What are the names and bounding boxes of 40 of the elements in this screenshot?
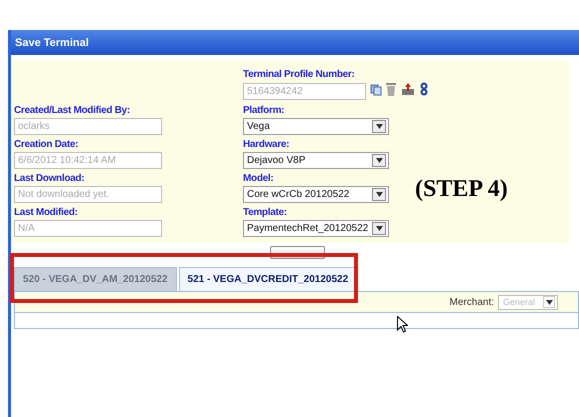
- copy-icon[interactable]: [370, 84, 382, 96]
- field-label: Terminal Profile Number:: [243, 69, 356, 80]
- caret-icon: [376, 124, 382, 129]
- dropdown-button[interactable]: [372, 222, 386, 235]
- field-label: Template:: [243, 207, 288, 218]
- dropdown-button[interactable]: [372, 120, 386, 133]
- caret-icon: [376, 158, 382, 163]
- dropdown-value: PaymentechRet_20120522: [247, 223, 368, 234]
- field-label: Creation Date:: [14, 139, 80, 150]
- dropdown[interactable]: Vega: [243, 118, 389, 135]
- step-annotation: (STEP 4): [415, 176, 508, 203]
- input-field[interactable]: 6/6/2012 10:42:14 AM: [14, 152, 162, 169]
- field-label: Merchant:: [450, 296, 494, 308]
- field-label: Last Modified:: [14, 207, 79, 218]
- window-title: Save Terminal: [11, 30, 579, 55]
- input-field[interactable]: N/A: [14, 220, 162, 237]
- field-label: Platform:: [243, 105, 286, 116]
- field-label: Model:: [243, 173, 274, 184]
- dropdown-button[interactable]: [372, 154, 386, 167]
- dropdown-value: Vega: [247, 121, 270, 132]
- dropdown[interactable]: Dejavoo V8P: [243, 152, 389, 169]
- input-field[interactable]: oclarks: [14, 118, 162, 135]
- dropdown[interactable]: PaymentechRet_20120522: [243, 220, 389, 237]
- dropdown-value: Core wCrCb 20120522: [247, 189, 350, 200]
- dropdown-value: General: [503, 297, 536, 307]
- trash-icon[interactable]: [386, 82, 396, 96]
- tab[interactable]: 520 - VEGA_DV_AM_20120522: [14, 267, 177, 291]
- caret-icon: [376, 192, 382, 197]
- caret-icon: [546, 300, 552, 304]
- dropdown-value: Dejavoo V8P: [247, 155, 306, 166]
- caret-icon: [376, 226, 382, 231]
- field-label: Created/Last Modified By:: [14, 105, 131, 116]
- pointer-icon: [397, 316, 408, 333]
- field-label: Last Download:: [14, 173, 86, 184]
- upload-icon[interactable]: [400, 82, 415, 96]
- input-field[interactable]: Not downloaded yet.: [14, 186, 162, 203]
- field-label: Hardware:: [243, 139, 290, 150]
- input-field[interactable]: 5164394242: [243, 83, 366, 100]
- dropdown-button[interactable]: [372, 188, 386, 201]
- dropdown[interactable]: Core wCrCb 20120522: [243, 186, 389, 203]
